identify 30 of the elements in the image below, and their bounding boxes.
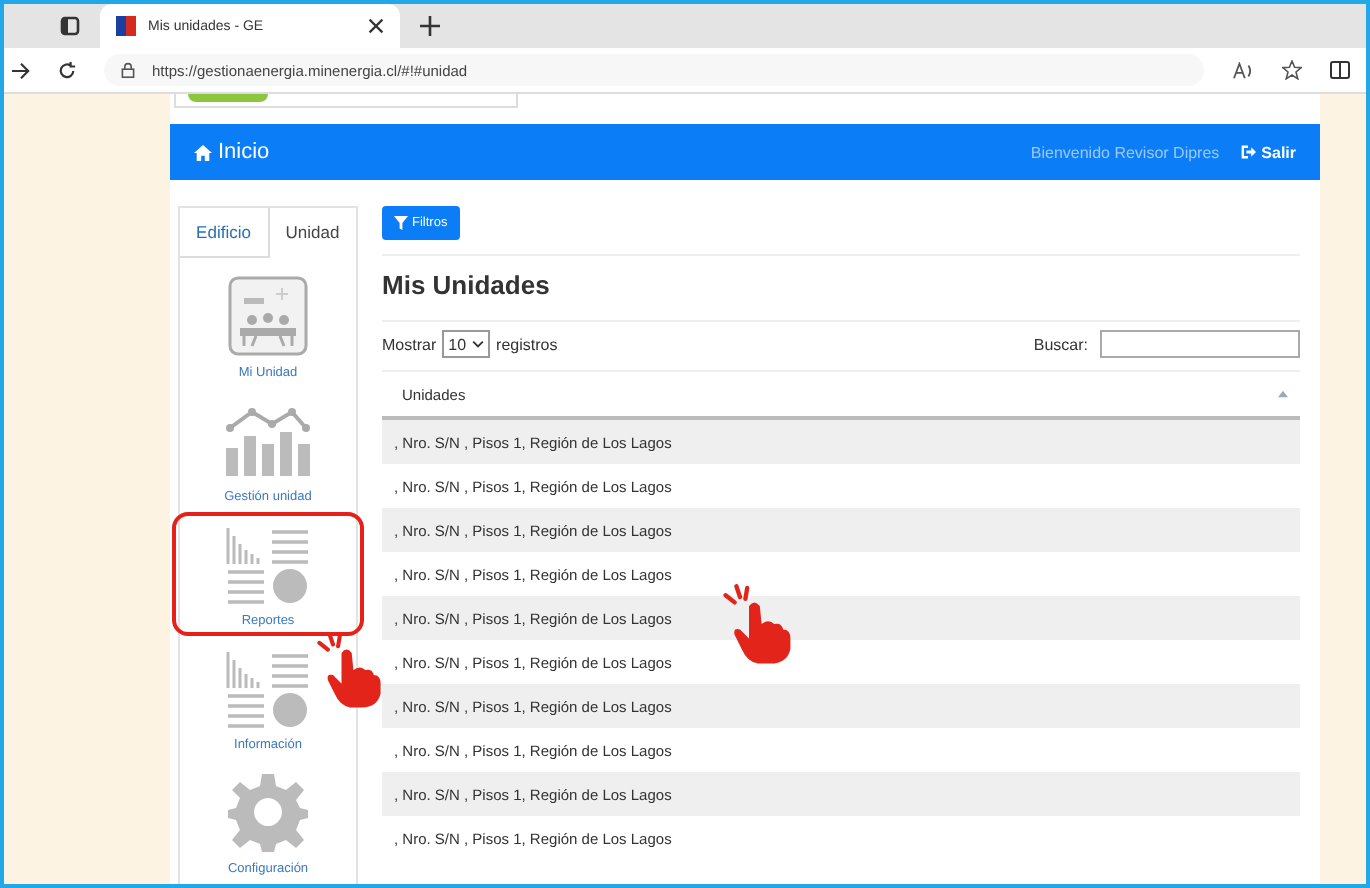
sidebar-tab[interactable]: Edificio <box>180 208 267 256</box>
tapping-hand-icon <box>316 632 384 708</box>
report-icon <box>224 524 312 604</box>
logout-link[interactable]: Salir <box>1239 143 1296 162</box>
welcome-text: Bienvenido Revisor Dipres <box>1030 143 1220 162</box>
home-icon <box>194 143 212 162</box>
search-label: Buscar: <box>1033 335 1088 353</box>
lock-icon <box>120 62 136 78</box>
report-icon <box>224 648 312 728</box>
logout-icon <box>1239 144 1256 161</box>
page-title: Mis Unidades <box>382 270 552 300</box>
star-icon[interactable] <box>1282 60 1302 80</box>
new-tab-icon[interactable] <box>420 16 440 36</box>
reading-view-icon[interactable] <box>1330 60 1350 80</box>
records-label: registros <box>496 335 558 353</box>
home-link[interactable]: Inicio <box>194 140 270 165</box>
forward-icon[interactable] <box>12 61 30 79</box>
reload-icon[interactable] <box>58 61 76 79</box>
chevron-down-icon <box>472 338 485 350</box>
show-label: Mostrar <box>382 335 437 353</box>
flag-icon <box>116 16 136 36</box>
sidebar-tab[interactable]: Unidad <box>267 208 356 258</box>
close-icon[interactable] <box>368 18 384 34</box>
meeting-photo-icon <box>228 276 308 356</box>
search-field[interactable] <box>1100 330 1300 358</box>
read-aloud-icon[interactable] <box>1232 61 1254 79</box>
page-size-select[interactable]: 10 <box>442 330 491 358</box>
filter-icon <box>394 216 408 230</box>
gear-icon <box>228 772 308 852</box>
tab-actions-icon[interactable] <box>60 16 80 36</box>
